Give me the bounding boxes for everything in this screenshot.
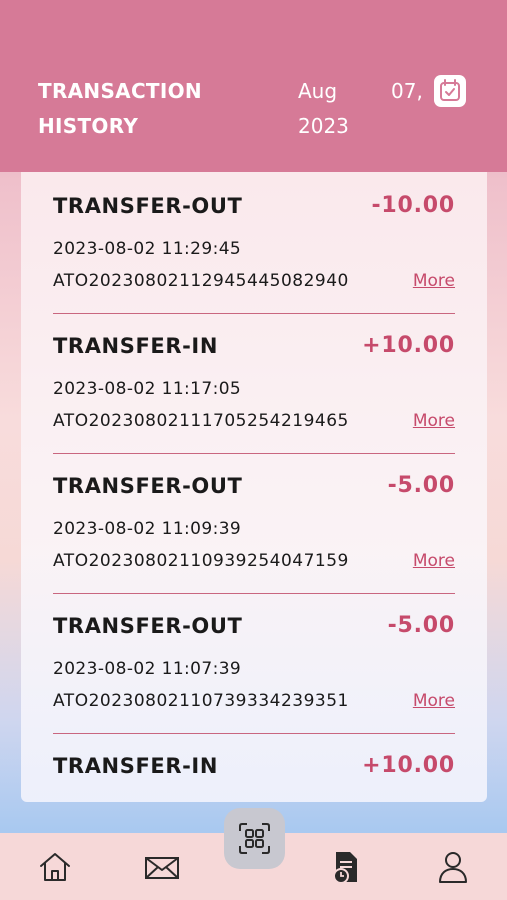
page-title: TRANSACTION HISTORY — [38, 74, 228, 144]
transaction-type: TRANSFER-IN — [53, 334, 219, 358]
transaction-time: 2023-08-02 11:29:45 — [53, 239, 242, 259]
transaction-list[interactable]: TRANSFER-OUT -10.00 2023-08-02 11:29:45 … — [21, 172, 487, 802]
nav-mail[interactable] — [143, 849, 181, 885]
transaction-amount: -5.00 — [387, 473, 455, 498]
more-link[interactable]: More — [413, 691, 455, 711]
calendar-icon — [440, 79, 460, 101]
nav-home[interactable] — [37, 849, 73, 885]
mail-icon — [145, 857, 179, 879]
scan-button[interactable] — [224, 808, 285, 869]
date-month: Aug — [298, 79, 338, 103]
transaction-item[interactable]: TRANSFER-IN +10.00 2023-08-02 11:17:05 A… — [53, 312, 455, 454]
more-link[interactable]: More — [413, 551, 455, 571]
transaction-id: ATO20230802110739334239351 — [53, 691, 349, 711]
transaction-type: TRANSFER-OUT — [53, 474, 243, 498]
date-year: 2023 — [298, 114, 349, 138]
transaction-type: TRANSFER-OUT — [53, 614, 243, 638]
transaction-amount: +10.00 — [362, 753, 455, 778]
transaction-time: 2023-08-02 11:07:39 — [53, 659, 242, 679]
date-display[interactable]: Aug 07, 2023 — [298, 74, 438, 144]
date-day: 07, — [391, 79, 423, 103]
nav-transactions[interactable] — [328, 849, 364, 885]
transaction-id: ATO20230802111705254219465 — [53, 411, 349, 431]
transaction-type: TRANSFER-OUT — [53, 194, 243, 218]
transaction-time: 2023-08-02 11:17:05 — [53, 379, 242, 399]
transaction-id: ATO20230802112945445082940 — [53, 271, 349, 291]
calendar-button[interactable] — [434, 75, 466, 107]
transactions-icon — [333, 852, 357, 884]
transaction-item[interactable]: TRANSFER-IN +10.00 — [53, 732, 455, 802]
transaction-amount: +10.00 — [362, 333, 455, 358]
more-link[interactable]: More — [413, 411, 455, 431]
transaction-amount: -5.00 — [387, 613, 455, 638]
nav-profile[interactable] — [435, 849, 471, 885]
page-title-line2: HISTORY — [38, 114, 139, 138]
profile-icon — [439, 852, 467, 883]
transaction-item[interactable]: TRANSFER-OUT -5.00 2023-08-02 11:09:39 A… — [53, 452, 455, 594]
home-icon — [40, 853, 70, 881]
app-header: TRANSACTION HISTORY Aug 07, 2023 — [0, 0, 507, 172]
transaction-type: TRANSFER-IN — [53, 754, 219, 778]
transaction-amount: -10.00 — [371, 193, 455, 218]
more-link[interactable]: More — [413, 271, 455, 291]
page-title-line1: TRANSACTION — [38, 79, 202, 103]
scan-icon — [239, 823, 270, 854]
transaction-time: 2023-08-02 11:09:39 — [53, 519, 242, 539]
transaction-item[interactable]: TRANSFER-OUT -10.00 2023-08-02 11:29:45 … — [53, 172, 455, 314]
transaction-id: ATO20230802110939254047159 — [53, 551, 349, 571]
transaction-item[interactable]: TRANSFER-OUT -5.00 2023-08-02 11:07:39 A… — [53, 592, 455, 734]
